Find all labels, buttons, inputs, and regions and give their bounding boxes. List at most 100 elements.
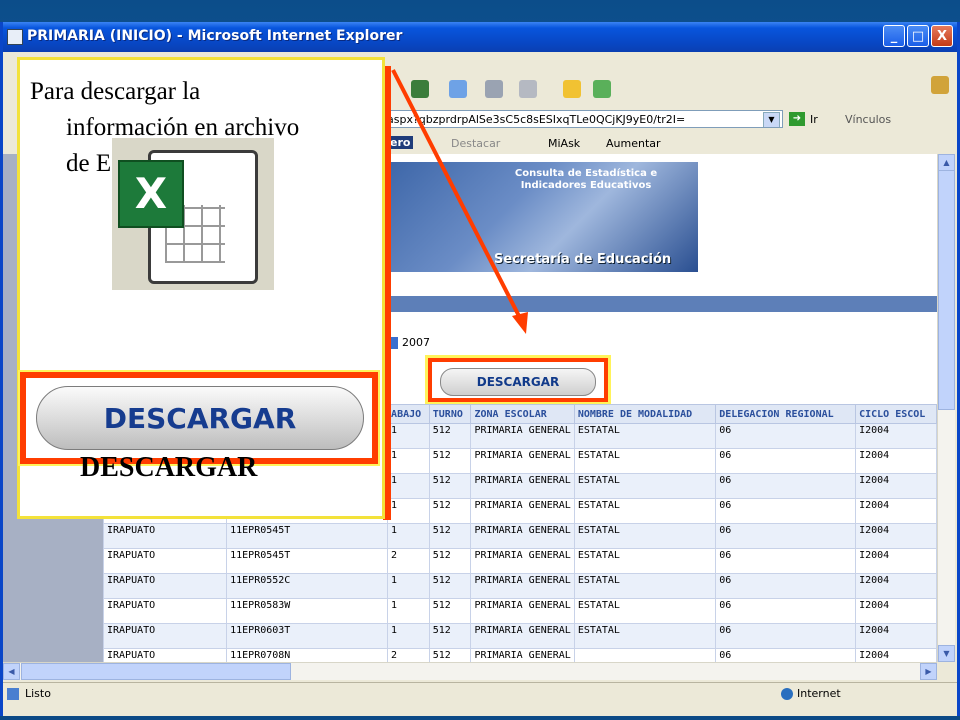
table-cell: I2004 bbox=[855, 448, 937, 474]
security-zone: Internet bbox=[797, 687, 841, 700]
scroll-thumb[interactable] bbox=[938, 170, 955, 410]
table-cell: ESTATAL bbox=[573, 498, 717, 524]
table-row[interactable]: IRAPUATO 11EPR0583W 1 512 PRIMARIA GENERAL ES… bbox=[102, 598, 937, 624]
table-row[interactable]: IRAPUATO 11EPR0545T 2 512 PRIMARIA GENERAL ES… bbox=[102, 548, 937, 574]
folder-icon[interactable] bbox=[563, 80, 581, 98]
refresh-icon[interactable] bbox=[411, 80, 429, 98]
table-cell: 512 bbox=[428, 648, 472, 662]
scroll-up-icon[interactable]: ▲ bbox=[938, 154, 955, 171]
links-button[interactable]: Vínculos bbox=[845, 113, 891, 126]
table-cell: 512 bbox=[428, 598, 472, 624]
ie-app-icon bbox=[7, 29, 23, 45]
table-cell: PRIMARIA GENERAL bbox=[470, 498, 575, 524]
table-cell: 1 bbox=[387, 498, 430, 524]
address-dropdown-icon[interactable]: ▼ bbox=[763, 112, 780, 127]
table-cell: IRAPUATO bbox=[102, 598, 228, 624]
address-url: aspx?qbzprdrpAlSe3sC5c8sESIxqTLe0QCjKJ9y… bbox=[387, 113, 686, 126]
table-cell: ESTATAL bbox=[573, 423, 717, 449]
table-cell: 06 bbox=[715, 423, 857, 449]
table-cell: 512 bbox=[428, 623, 472, 649]
scroll-down-icon[interactable]: ▼ bbox=[938, 645, 955, 662]
table-cell: PRIMARIA GENERAL bbox=[470, 573, 575, 599]
table-cell: 1 bbox=[387, 523, 430, 549]
table-cell: IRAPUATO bbox=[102, 573, 228, 599]
miask-button[interactable]: MiAsk bbox=[548, 137, 580, 150]
big-download-highlight: DESCARGAR bbox=[18, 370, 380, 466]
table-cell: 06 bbox=[715, 623, 857, 649]
mail-icon[interactable] bbox=[449, 80, 467, 98]
table-cell: 512 bbox=[428, 473, 472, 499]
destacar-button[interactable]: Destacar bbox=[451, 137, 500, 150]
table-cell: I2004 bbox=[855, 473, 937, 499]
table-cell: ESTATAL bbox=[573, 598, 717, 624]
column-header[interactable]: DELEGACION REGIONAL bbox=[715, 404, 857, 424]
page-icon bbox=[7, 688, 19, 700]
hscroll-thumb[interactable] bbox=[21, 663, 291, 680]
table-cell bbox=[573, 648, 717, 662]
address-input[interactable]: aspx?qbzprdrpAlSe3sC5c8sESIxqTLe0QCjKJ9y… bbox=[383, 110, 783, 128]
table-cell: PRIMARIA GENERAL bbox=[470, 598, 575, 624]
table-cell: 11EPR0708N bbox=[226, 648, 389, 662]
table-cell: PRIMARIA GENERAL bbox=[470, 448, 575, 474]
table-cell: 06 bbox=[715, 448, 857, 474]
table-cell: IRAPUATO bbox=[102, 523, 228, 549]
table-cell: 11EPR0552C bbox=[226, 573, 389, 599]
table-cell: 11EPR0603T bbox=[226, 623, 389, 649]
table-cell: I2004 bbox=[855, 423, 937, 449]
table-cell: 1 bbox=[387, 448, 430, 474]
table-cell: 06 bbox=[715, 573, 857, 599]
edit-icon[interactable] bbox=[519, 80, 537, 98]
table-cell: ESTATAL bbox=[573, 448, 717, 474]
table-cell: I2004 bbox=[855, 498, 937, 524]
horizontal-scrollbar[interactable]: ◀ ▶ bbox=[3, 662, 937, 680]
table-cell: 512 bbox=[428, 548, 472, 574]
scroll-left-icon[interactable]: ◀ bbox=[3, 663, 20, 680]
table-cell: 11EPR0545T bbox=[226, 548, 389, 574]
maximize-button[interactable]: □ bbox=[907, 25, 929, 47]
table-row[interactable]: IRAPUATO 11EPR0545T 1 512 PRIMARIA GENERAL ES… bbox=[102, 523, 937, 549]
close-button[interactable]: X bbox=[931, 25, 953, 47]
table-cell: IRAPUATO bbox=[102, 648, 228, 662]
header-stripe bbox=[386, 296, 937, 312]
table-cell: ESTATAL bbox=[573, 623, 717, 649]
table-cell: I2004 bbox=[855, 623, 937, 649]
table-cell: I2004 bbox=[855, 573, 937, 599]
download-button[interactable]: DESCARGAR bbox=[440, 368, 596, 396]
table-cell: 512 bbox=[428, 498, 472, 524]
table-cell: IRAPUATO bbox=[102, 548, 228, 574]
table-cell: 512 bbox=[428, 523, 472, 549]
go-arrow-icon[interactable]: ➜ bbox=[789, 112, 805, 126]
minimize-button[interactable]: _ bbox=[883, 25, 905, 47]
title-bar[interactable]: PRIMARIA (INICIO) - Microsoft Internet E… bbox=[3, 22, 957, 52]
globe-icon bbox=[781, 688, 793, 700]
table-cell: PRIMARIA GENERAL bbox=[470, 523, 575, 549]
table-cell: 1 bbox=[387, 423, 430, 449]
year-filter[interactable]: 2007 bbox=[386, 336, 430, 349]
table-cell: PRIMARIA GENERAL bbox=[470, 548, 575, 574]
table-row[interactable]: IRAPUATO 11EPR0552C 1 512 PRIMARIA GENERAL ES… bbox=[102, 573, 937, 599]
messenger-icon[interactable] bbox=[593, 80, 611, 98]
vertical-scrollbar[interactable]: ▲ ▼ bbox=[937, 154, 955, 662]
callout-footer: DESCARGAR bbox=[80, 452, 258, 483]
aumentar-button[interactable]: Aumentar bbox=[606, 137, 661, 150]
table-row[interactable]: IRAPUATO 11EPR0708N 2 512 PRIMARIA GENERAL 06… bbox=[102, 648, 937, 662]
window-title: PRIMARIA (INICIO) - Microsoft Internet E… bbox=[27, 28, 403, 44]
scroll-right-icon[interactable]: ▶ bbox=[920, 663, 937, 680]
table-row[interactable]: IRAPUATO 11EPR0603T 1 512 PRIMARIA GENERAL ES… bbox=[102, 623, 937, 649]
go-button[interactable]: Ir bbox=[810, 113, 818, 126]
column-header[interactable]: ABAJO bbox=[387, 404, 430, 424]
column-header[interactable]: NOMBRE DE MODALIDAD bbox=[573, 404, 717, 424]
table-cell: 2 bbox=[387, 548, 430, 574]
column-header[interactable]: TURNO bbox=[428, 404, 472, 424]
table-cell: 1 bbox=[387, 473, 430, 499]
column-header[interactable]: CICLO ESCOL bbox=[855, 404, 937, 424]
column-header[interactable]: ZONA ESCOLAR bbox=[470, 404, 575, 424]
table-cell: 06 bbox=[715, 523, 857, 549]
table-cell: I2004 bbox=[855, 548, 937, 574]
print-icon[interactable] bbox=[485, 80, 503, 98]
year-label: 2007 bbox=[402, 336, 430, 349]
table-cell: 06 bbox=[715, 598, 857, 624]
big-download-button[interactable]: DESCARGAR bbox=[36, 386, 364, 450]
banner-title: Consulta de Estadística e Indicadores Ed… bbox=[514, 168, 658, 191]
table-cell: 11EPR0583W bbox=[226, 598, 389, 624]
